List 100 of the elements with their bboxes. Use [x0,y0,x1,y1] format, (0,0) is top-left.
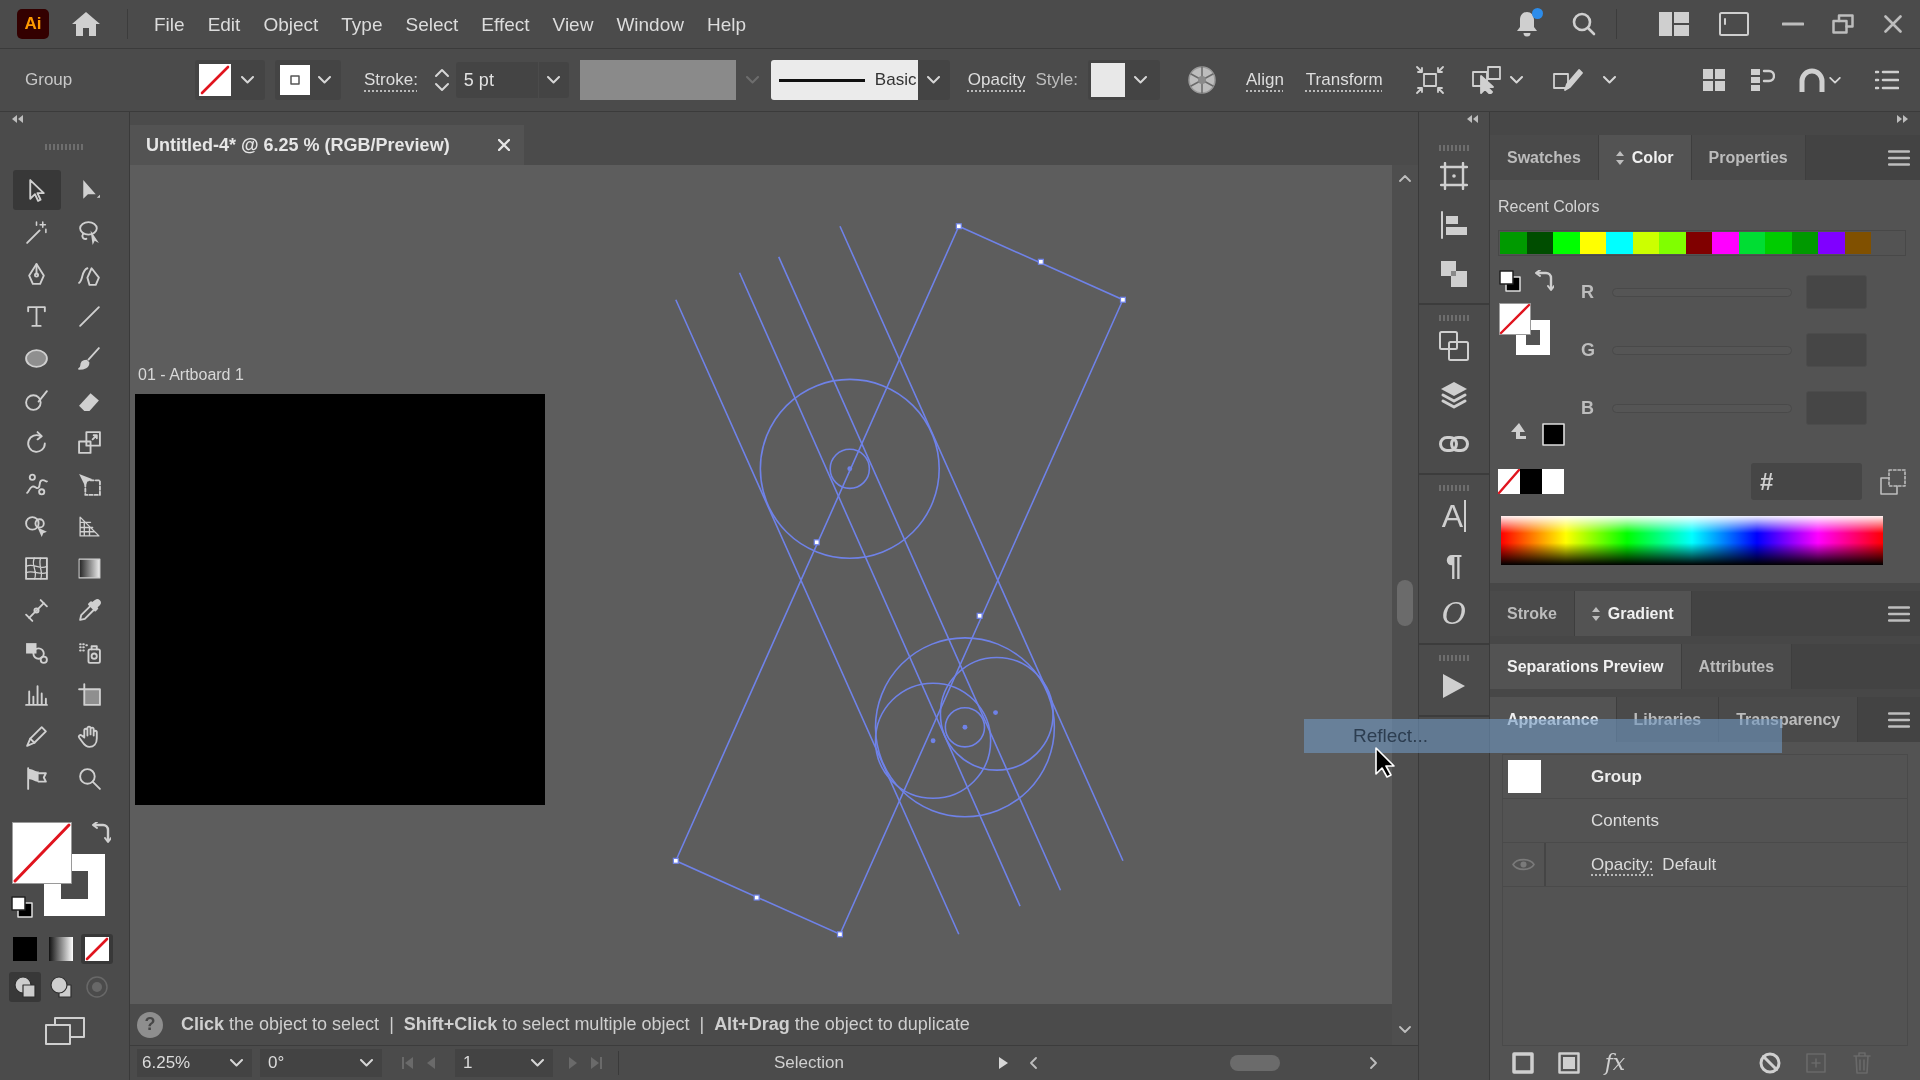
character-panel-button[interactable]: A [1441,499,1467,532]
align-left-icon[interactable] [1441,210,1467,239]
overlapping-squares-icon[interactable] [1439,330,1469,361]
double-chevron-right-icon[interactable] [1897,114,1908,123]
opacity-link[interactable]: Opacity: [1591,851,1654,878]
color-swatch-icon[interactable] [1685,232,1712,254]
opacity-panel-link[interactable]: Opacity [967,67,1026,93]
color-swatch-icon[interactable] [1844,232,1871,254]
stroke-color-dropdown[interactable] [275,60,341,100]
color-swatch-icon[interactable] [1606,232,1633,254]
double-chevron-left-icon[interactable] [12,114,23,123]
last-color-swatch-icon[interactable] [1542,422,1565,446]
color-swatch-icon[interactable] [1738,232,1765,254]
menu-item[interactable]: View [552,14,594,34]
chevron-left-icon[interactable] [1030,1057,1037,1069]
color-swatch-icon[interactable] [1712,232,1739,254]
color-swatch-icon[interactable] [1526,232,1553,254]
variable-width-profile-field[interactable] [579,60,736,100]
window-icon[interactable] [1719,12,1749,36]
color-swatch-icon[interactable] [1818,232,1845,254]
magnet-icon[interactable] [1799,68,1825,92]
zoom-dropdown[interactable] [220,1049,252,1077]
chevron-down-icon[interactable] [1399,1026,1411,1033]
double-chevron-left-icon[interactable] [1467,114,1478,123]
bell-icon[interactable] [1516,11,1538,37]
filled-square-icon[interactable] [1558,1052,1580,1074]
stroke-weight-dropdown[interactable] [538,62,569,98]
chevron-right-icon[interactable] [1370,1057,1377,1069]
paragraph-panel-button[interactable]: ¶ [1445,549,1463,580]
square-outline-icon[interactable] [1512,1052,1534,1074]
artboard-dropdown[interactable] [521,1049,553,1077]
panel-tab[interactable]: Stroke [1490,591,1575,636]
stroke-panel-link[interactable]: Stroke: [364,67,418,93]
artboards-icon[interactable] [1440,161,1468,190]
menu-item[interactable]: Type [341,14,383,34]
swap-arrow-icon[interactable] [91,822,111,844]
graphic-style-dropdown[interactable] [1088,60,1161,100]
rotation-dropdown[interactable] [350,1049,382,1077]
zoom-level-field[interactable]: 6.25% [137,1049,220,1077]
edit-selection-icon[interactable] [1552,66,1583,94]
panel-tab[interactable]: Attributes [1681,644,1793,689]
none-fill-swatch-icon[interactable] [12,822,72,884]
menu-item[interactable]: Effect [481,14,530,34]
opentype-panel-button[interactable]: O [1441,598,1467,629]
panel-layout-icon[interactable] [1659,12,1689,36]
color-swatch-icon[interactable] [1791,232,1818,254]
menu-item[interactable]: Edit [207,14,241,34]
panel-tab[interactable]: Properties [1691,135,1806,180]
panel-menu-icon[interactable] [1888,711,1910,728]
panel-tab[interactable]: Transparency [1719,697,1859,742]
default-colors-icon[interactable] [11,896,33,918]
pathfinder-icon[interactable] [1441,260,1467,287]
fill-color-dropdown[interactable] [195,60,265,100]
menu-item[interactable]: Help [706,14,747,34]
menu-item[interactable]: File [154,14,185,34]
grid-squares-icon[interactable] [1703,69,1725,91]
brush-dropdown-button[interactable] [917,60,950,100]
chevron-up-icon[interactable] [1399,175,1411,182]
panel-menu-icon[interactable] [1888,605,1910,622]
stroke-weight-field[interactable]: 5 pt [455,62,538,98]
home-icon[interactable] [71,11,101,37]
transform-panel-link[interactable]: Transform [1305,67,1383,93]
appearance-contents-label[interactable]: Contents [1591,807,1660,834]
layers-icon[interactable] [1440,380,1468,409]
panel-tab[interactable]: Color [1598,135,1692,180]
panel-menu-icon[interactable] [1888,149,1910,166]
dark-preset-swatch-icon[interactable] [1520,469,1542,494]
color-swatch-icon[interactable] [1579,232,1606,254]
brush-definition-dropdown[interactable]: Basic [770,60,918,100]
menu-item[interactable]: Object [263,14,319,34]
stepper-arrows-icon[interactable] [433,67,450,93]
color-swatch-icon[interactable] [1500,232,1527,254]
menu-item[interactable]: Select [405,14,459,34]
align-bars-icon[interactable] [1751,68,1775,92]
artboard-number-field[interactable]: 1 [455,1049,521,1077]
copy-icon[interactable] [1880,468,1906,495]
no-sign-icon[interactable] [1759,1052,1781,1074]
link-chain-icon[interactable] [1439,435,1469,452]
align-panel-link[interactable]: Align [1246,67,1284,93]
close-icon[interactable] [1884,15,1902,33]
tool-button[interactable] [12,170,61,210]
none-swatch-icon[interactable] [1498,469,1520,494]
panel-tab[interactable]: Separations Preview [1490,644,1682,689]
restore-icon[interactable] [1832,14,1854,34]
status-menu-button[interactable]: Selection [619,1049,999,1077]
color-spectrum[interactable] [1501,516,1883,565]
play-icon[interactable] [1443,673,1465,698]
effects-button[interactable]: fx [1604,1052,1626,1074]
light-preset-swatch-icon[interactable] [1542,469,1564,494]
color-swatch-icon[interactable] [1659,232,1686,254]
recolor-wheel-icon[interactable] [1188,66,1217,94]
color-mode-button[interactable] [81,934,113,964]
color-swatch-icon[interactable] [1632,232,1659,254]
select-similar-icon[interactable] [1471,66,1502,94]
swap-arrow-icon[interactable] [1534,270,1554,292]
rotation-field[interactable]: 0° [260,1049,350,1077]
none-fill-swatch-icon[interactable] [1499,303,1531,335]
screen-mode-icon[interactable] [44,1016,85,1046]
color-swatch-icon[interactable] [1765,232,1792,254]
isolate-arrows-icon[interactable] [1415,66,1444,94]
